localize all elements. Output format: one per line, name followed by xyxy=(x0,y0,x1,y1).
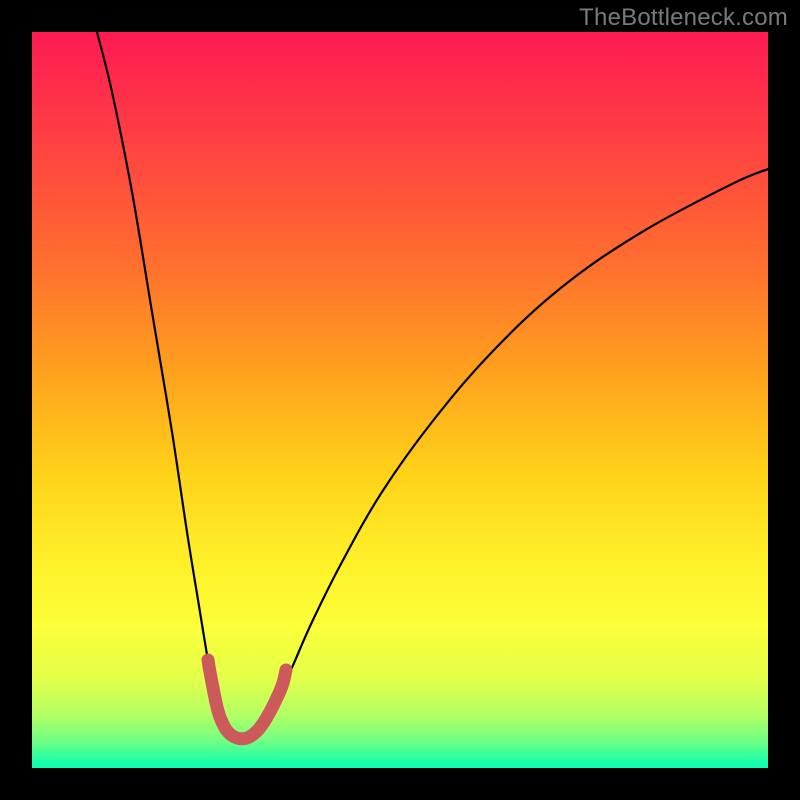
watermark-text: TheBottleneck.com xyxy=(579,4,788,32)
bottleneck-curve xyxy=(97,32,768,739)
outer-frame: TheBottleneck.com xyxy=(0,0,800,800)
highlight-segment xyxy=(208,660,286,739)
plot-area xyxy=(32,32,768,768)
chart-curve-layer xyxy=(32,32,768,768)
